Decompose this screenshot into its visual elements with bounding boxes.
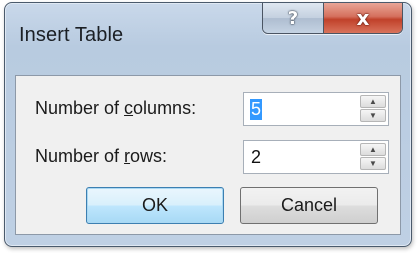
columns-label-post: olumns:: [133, 98, 197, 118]
caption-buttons: ? x: [262, 3, 403, 34]
help-button[interactable]: ?: [263, 3, 324, 33]
dialog-body: Number of columns: 5 ▲ ▼ Number of rows:…: [15, 75, 401, 235]
columns-up-arrow-icon[interactable]: ▲: [360, 95, 386, 108]
insert-table-dialog: Insert Table ? x Number of columns: 5 ▲ …: [4, 2, 412, 247]
rows-row: Number of rows: 2 ▲ ▼: [16, 136, 400, 176]
close-button[interactable]: x: [324, 3, 402, 33]
rows-input[interactable]: 2: [250, 147, 262, 168]
rows-spinner[interactable]: 2 ▲ ▼: [243, 140, 389, 174]
dialog-title: Insert Table: [19, 24, 124, 46]
columns-down-arrow-icon[interactable]: ▼: [360, 109, 386, 122]
cancel-button[interactable]: Cancel: [240, 187, 378, 224]
rows-up-arrow-icon[interactable]: ▲: [360, 143, 386, 156]
close-icon: x: [356, 6, 370, 30]
columns-row: Number of columns: 5 ▲ ▼: [16, 88, 400, 128]
columns-label-accesskey: c: [124, 98, 134, 118]
columns-input[interactable]: 5: [250, 99, 263, 120]
columns-label-pre: Number of: [35, 98, 125, 118]
rows-label-pre: Number of: [35, 146, 125, 166]
ok-button[interactable]: OK: [86, 187, 224, 224]
rows-label: Number of rows:: [35, 146, 167, 167]
rows-down-arrow-icon[interactable]: ▼: [360, 157, 386, 170]
columns-spinner[interactable]: 5 ▲ ▼: [243, 92, 389, 126]
help-icon: ?: [287, 7, 299, 29]
rows-label-post: ows:: [130, 146, 168, 166]
rows-spin-buttons: ▲ ▼: [360, 143, 386, 171]
columns-spin-buttons: ▲ ▼: [360, 95, 386, 123]
columns-label: Number of columns:: [35, 98, 196, 119]
